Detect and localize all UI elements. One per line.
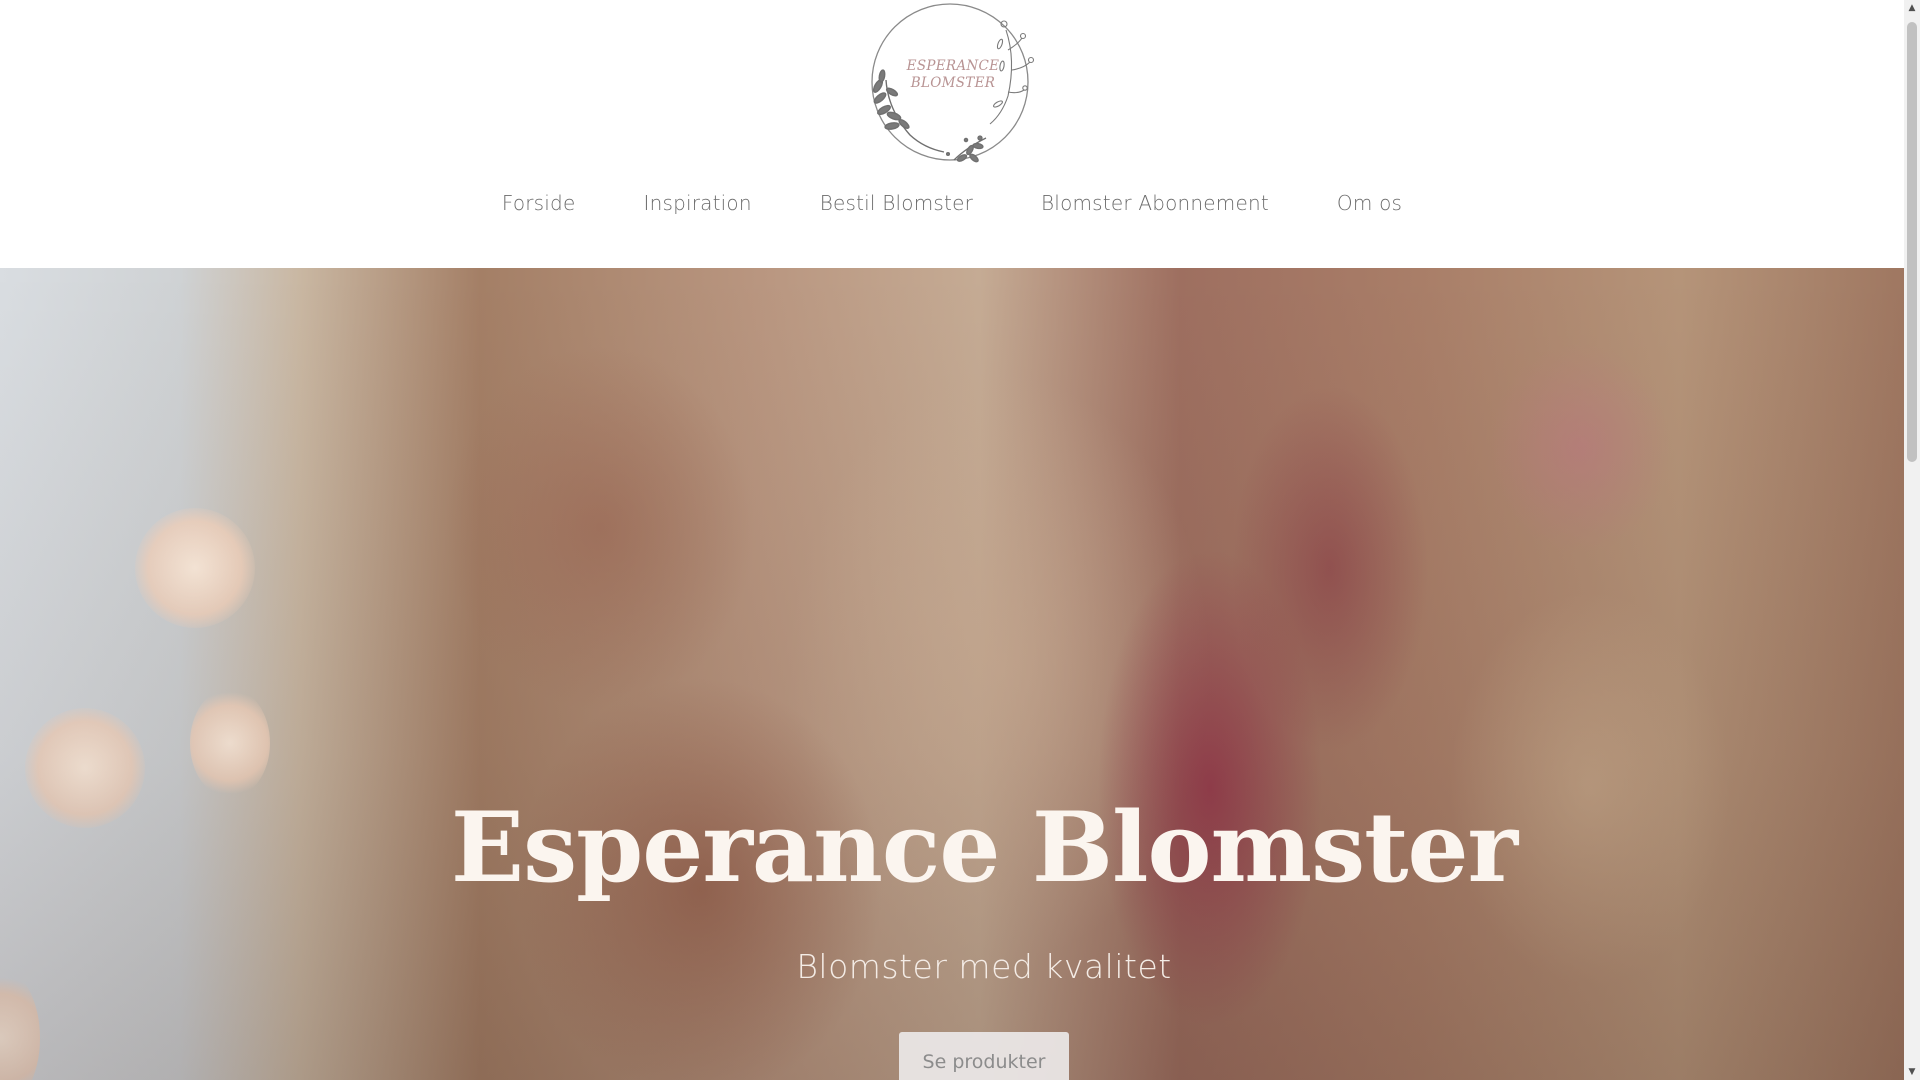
site-header: ESPERANCE BLOMSTER Forside Inspiration B…	[0, 0, 1904, 268]
logo-line-2: BLOMSTER	[910, 75, 996, 91]
logo-text: ESPERANCE BLOMSTER	[858, 58, 1048, 92]
nav-item-blomster-abonnement[interactable]: Blomster Abonnement	[1041, 186, 1269, 222]
logo[interactable]: ESPERANCE BLOMSTER	[858, 0, 1048, 170]
nav-item-inspiration[interactable]: Inspiration	[643, 186, 751, 222]
see-products-button[interactable]: Se produkter	[899, 1032, 1069, 1080]
main-nav: Forside Inspiration Bestil Blomster Blom…	[0, 186, 1904, 222]
hero-title: Esperance Blomster	[450, 791, 1518, 904]
hero-section: Esperance Blomster Blomster med kvalitet…	[0, 268, 1904, 1080]
nav-item-forside[interactable]: Forside	[502, 186, 576, 222]
nav-item-bestil-blomster[interactable]: Bestil Blomster	[820, 186, 973, 222]
logo-line-1: ESPERANCE	[906, 58, 1000, 74]
nav-item-om-os[interactable]: Om os	[1337, 186, 1402, 222]
scroll-up-arrow-icon[interactable]: ▲	[1904, 0, 1920, 16]
page-scrollbar[interactable]: ▲ ▼	[1904, 0, 1920, 1080]
hero-subtitle: Blomster med kvalitet	[796, 947, 1172, 986]
scrollbar-thumb[interactable]	[1907, 22, 1917, 462]
scroll-down-arrow-icon[interactable]: ▼	[1904, 1064, 1920, 1080]
